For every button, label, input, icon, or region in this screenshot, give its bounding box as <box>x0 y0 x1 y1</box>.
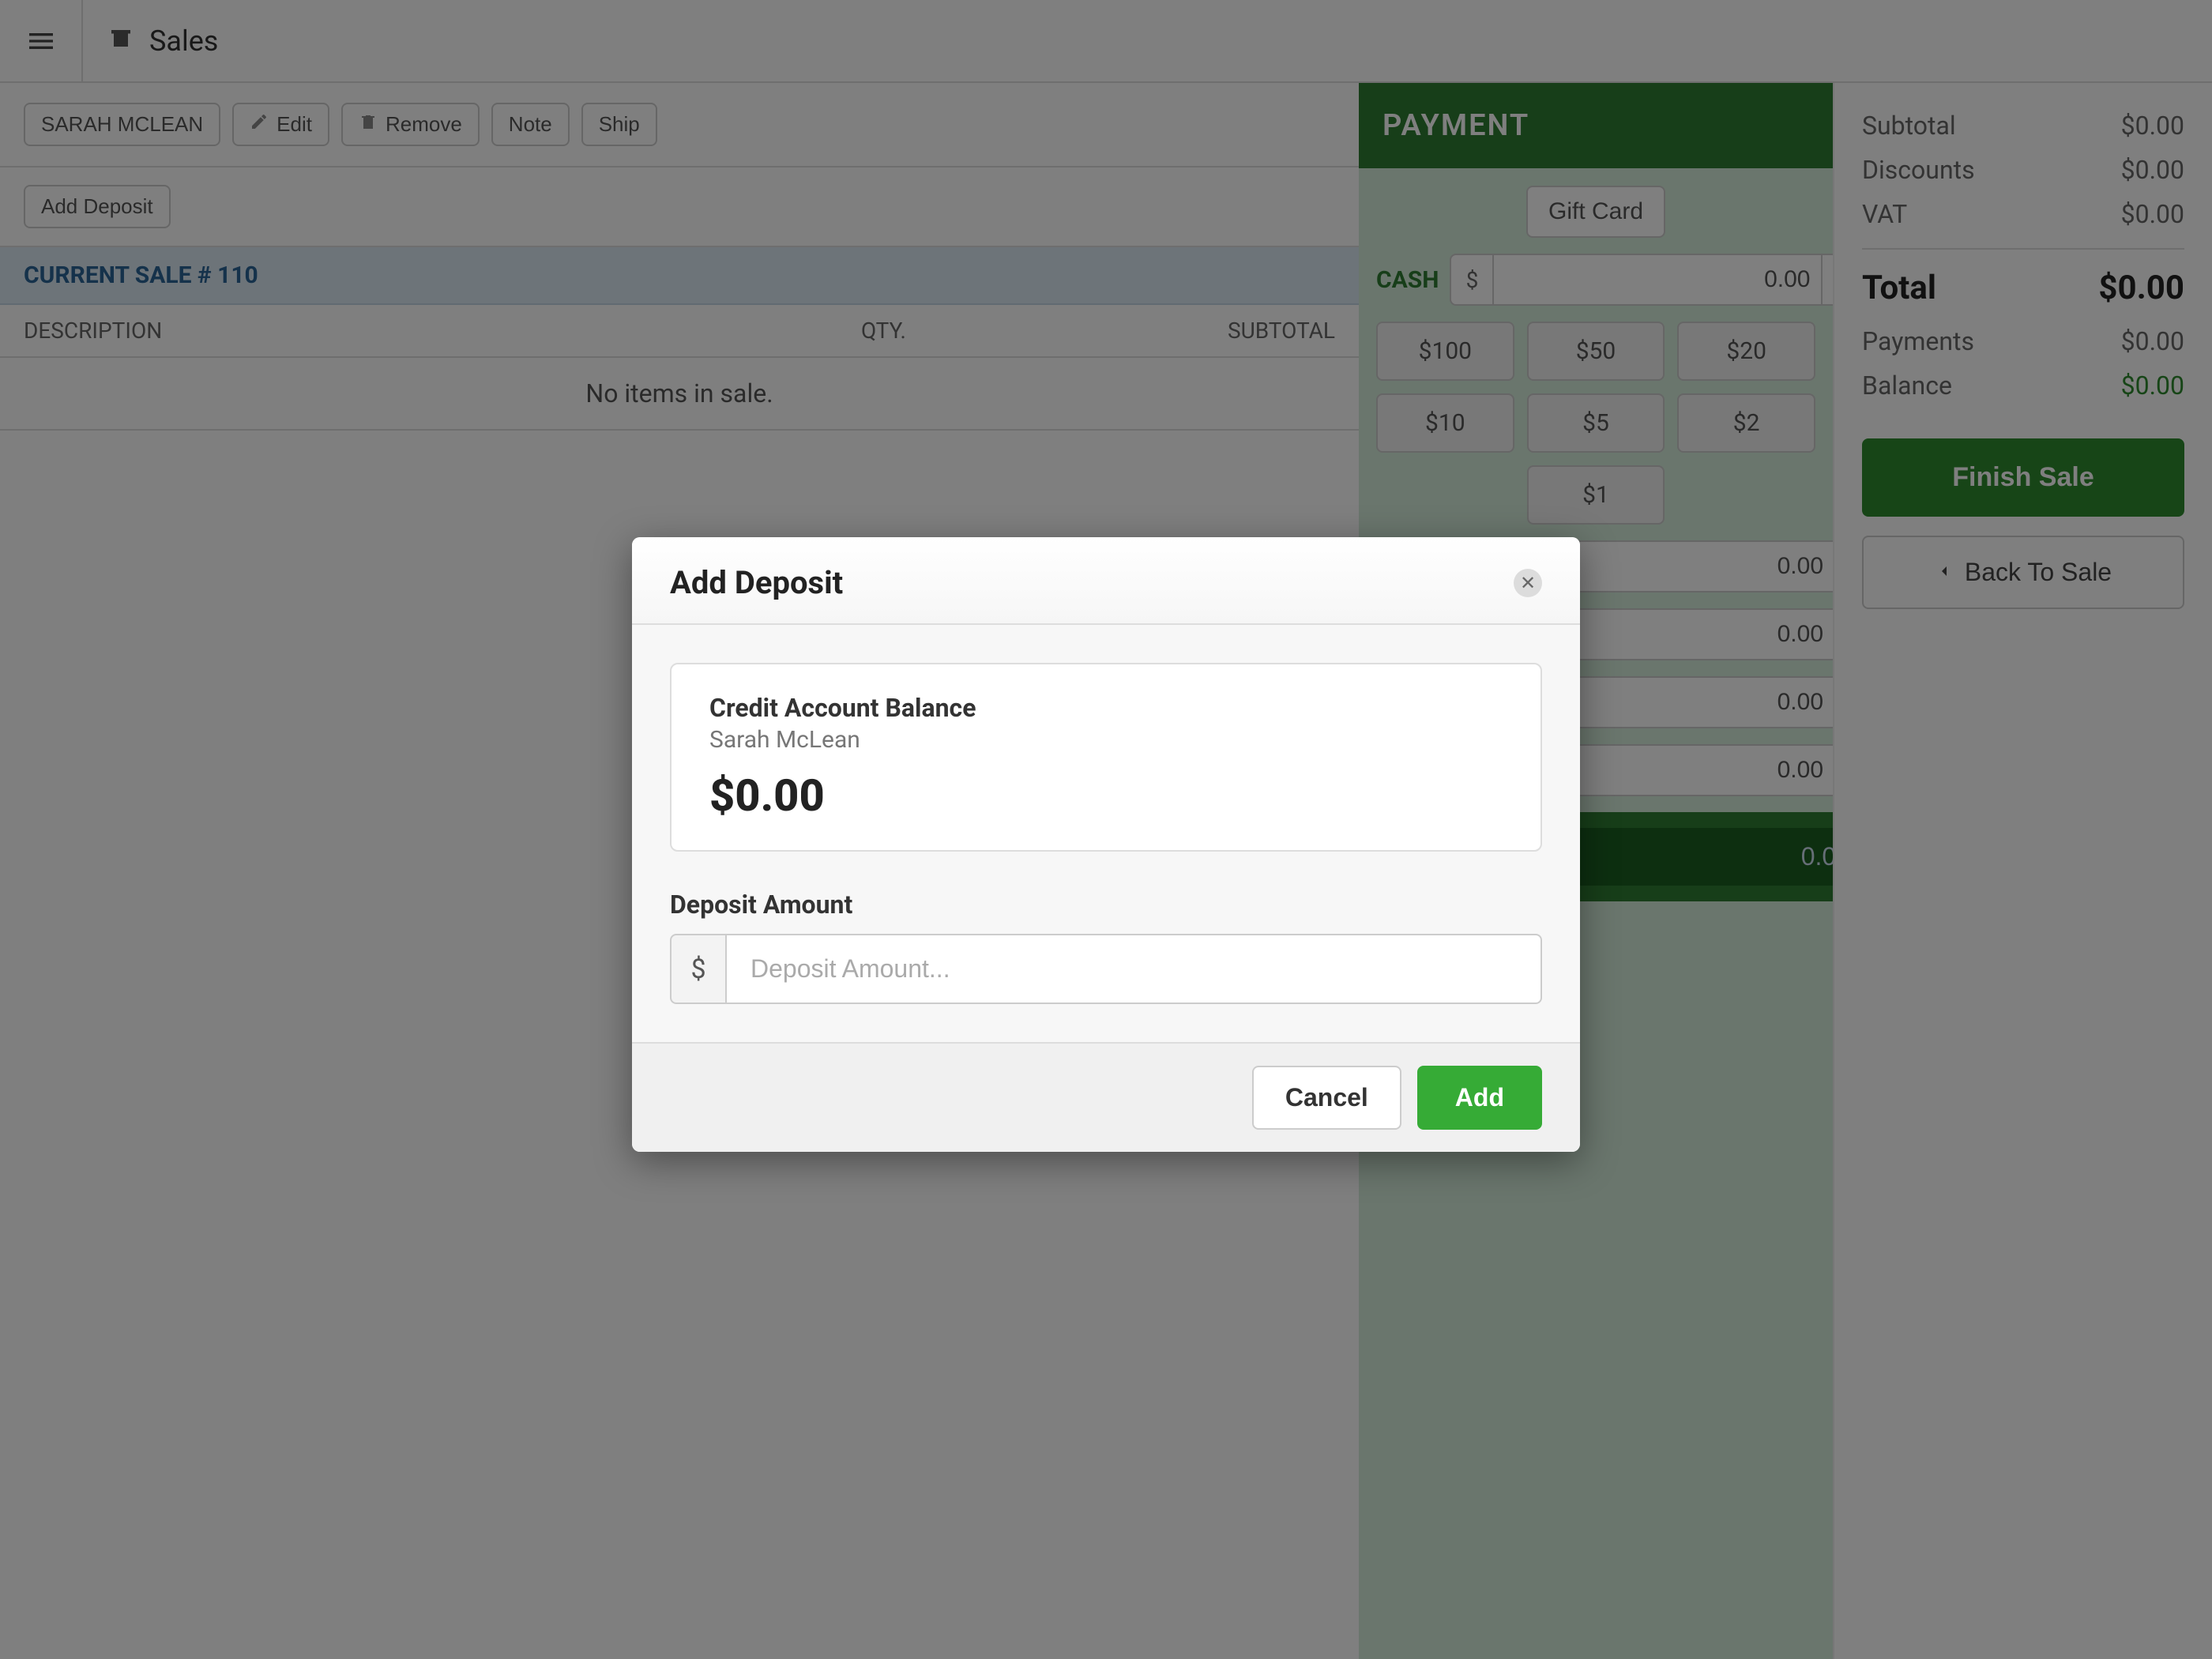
deposit-input-group: $ <box>670 934 1542 1004</box>
card-customer-name: Sarah McLean <box>709 726 1503 754</box>
close-icon: ✕ <box>1520 572 1536 594</box>
modal-header: Add Deposit ✕ <box>632 537 1580 625</box>
modal-footer: Cancel Add <box>632 1042 1580 1152</box>
credit-balance-card: Credit Account Balance Sarah McLean $0.0… <box>670 663 1542 852</box>
deposit-amount-input[interactable] <box>725 934 1542 1004</box>
cancel-button[interactable]: Cancel <box>1252 1066 1401 1130</box>
card-amount: $0.00 <box>709 769 1503 822</box>
modal-overlay[interactable]: Add Deposit ✕ Credit Account Balance Sar… <box>0 0 2212 1659</box>
deposit-currency-prefix: $ <box>670 934 725 1004</box>
deposit-amount-label: Deposit Amount <box>670 890 1542 920</box>
add-deposit-modal: Add Deposit ✕ Credit Account Balance Sar… <box>632 537 1580 1152</box>
modal-close-button[interactable]: ✕ <box>1514 569 1542 597</box>
card-title: Credit Account Balance <box>709 693 1503 723</box>
modal-title: Add Deposit <box>670 564 843 601</box>
modal-body: Credit Account Balance Sarah McLean $0.0… <box>632 625 1580 1042</box>
add-button[interactable]: Add <box>1417 1066 1542 1130</box>
